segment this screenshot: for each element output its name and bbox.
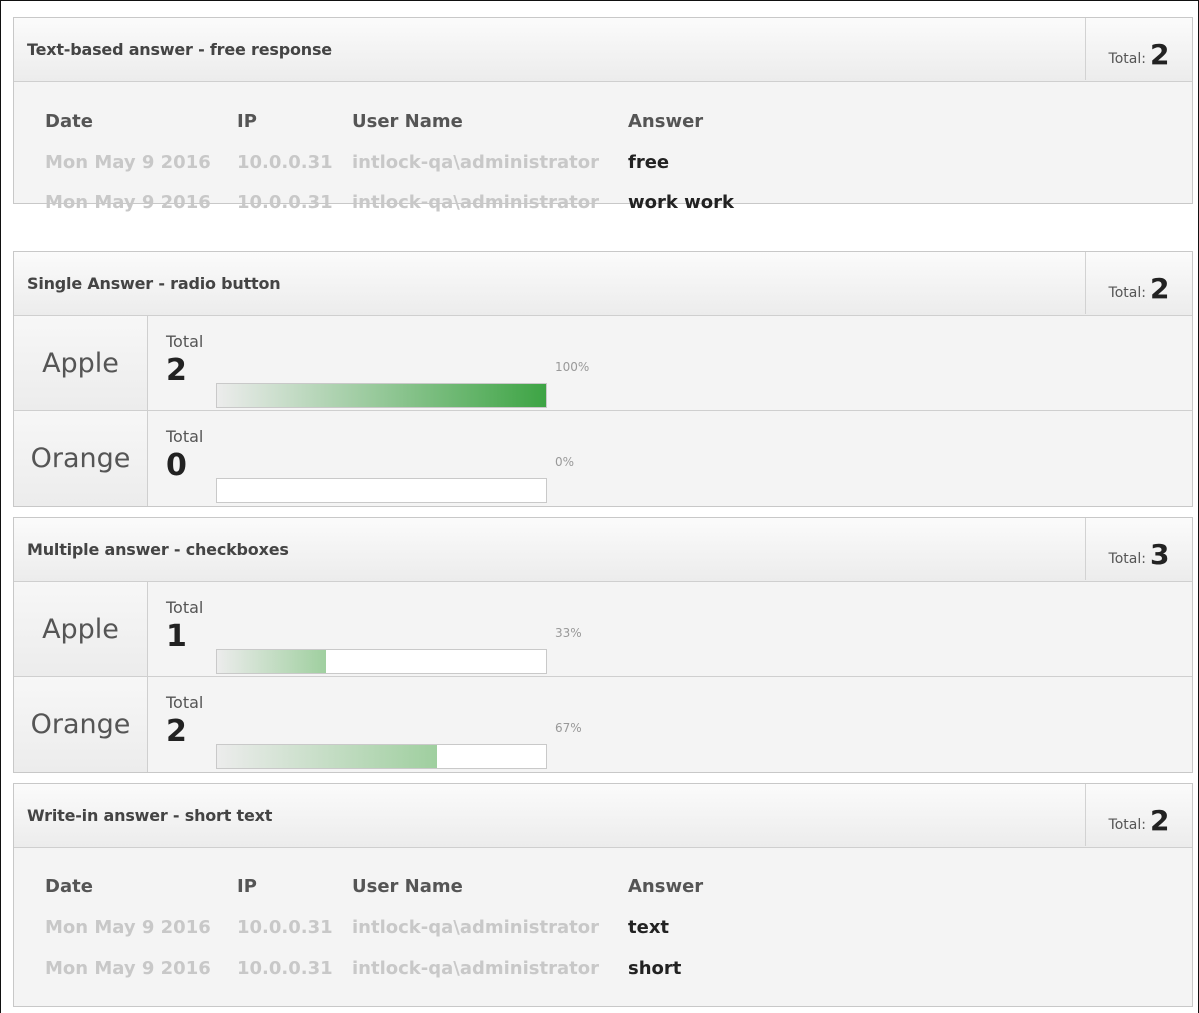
panel-title: Text-based answer - free response: [27, 40, 332, 59]
total-label: Total:: [1108, 51, 1146, 67]
cell-ip: 10.0.0.31: [237, 192, 333, 213]
option-label: Apple: [14, 582, 148, 676]
panel-header: Write-in answer - short text Total: 2: [14, 784, 1192, 848]
progress-bar-fill: [217, 384, 546, 407]
total-count: 3: [1149, 538, 1170, 571]
option-count: 2: [166, 714, 187, 749]
cell-date: Mon May 9 2016: [45, 152, 211, 173]
column-header-ip: IP: [237, 111, 257, 132]
panel-title: Multiple answer - checkboxes: [27, 540, 289, 559]
option-total-label: Total: [166, 598, 204, 617]
panel-total: Total: 3: [1085, 518, 1192, 580]
option-percent: 67%: [555, 721, 582, 735]
cell-date: Mon May 9 2016: [45, 192, 211, 213]
column-header-answer: Answer: [628, 111, 704, 132]
cell-date: Mon May 9 2016: [45, 917, 211, 938]
progress-bar-fill: [217, 650, 326, 673]
column-header-user-name: User Name: [352, 876, 463, 897]
option-percent: 33%: [555, 626, 582, 640]
responses-table: Date IP User Name Answer Mon May 9 2016 …: [14, 82, 1192, 213]
option-row: Orange Total 2 67%: [14, 677, 1192, 772]
cell-ip: 10.0.0.31: [237, 917, 333, 938]
cell-ip: 10.0.0.31: [237, 152, 333, 173]
option-count: 1: [166, 619, 187, 654]
total-count: 2: [1149, 38, 1170, 71]
panel-total: Total: 2: [1085, 784, 1192, 846]
option-row: Orange Total 0 0%: [14, 411, 1192, 506]
panel-title: Single Answer - radio button: [27, 274, 281, 293]
question-panel-radio-button: Single Answer - radio button Total: 2 Ap…: [13, 251, 1193, 507]
panel-title: Write-in answer - short text: [27, 806, 273, 825]
cell-user-name: intlock-qa\administrator: [352, 152, 599, 173]
progress-bar-fill: [217, 745, 438, 768]
column-header-date: Date: [45, 111, 93, 132]
option-row: Apple Total 2 100%: [14, 316, 1192, 411]
option-total-label: Total: [166, 332, 204, 351]
responses-table: Date IP User Name Answer Mon May 9 2016 …: [14, 848, 1192, 1006]
column-header-ip: IP: [237, 876, 257, 897]
option-count: 2: [166, 353, 187, 388]
question-panel-short-text: Write-in answer - short text Total: 2 Da…: [13, 783, 1193, 1007]
progress-bar: [216, 744, 547, 769]
option-label: Orange: [14, 677, 148, 772]
column-header-date: Date: [45, 876, 93, 897]
column-header-user-name: User Name: [352, 111, 463, 132]
panel-header: Multiple answer - checkboxes Total: 3: [14, 518, 1192, 582]
total-label: Total:: [1108, 285, 1146, 301]
option-total-label: Total: [166, 693, 204, 712]
question-panel-checkboxes: Multiple answer - checkboxes Total: 3 Ap…: [13, 517, 1193, 773]
progress-bar: [216, 478, 547, 503]
cell-user-name: intlock-qa\administrator: [352, 192, 599, 213]
cell-date: Mon May 9 2016: [45, 958, 211, 979]
column-header-answer: Answer: [628, 876, 704, 897]
option-percent: 100%: [555, 360, 590, 374]
total-label: Total:: [1108, 551, 1146, 567]
cell-answer: short: [628, 958, 682, 979]
total-count: 2: [1149, 804, 1170, 837]
option-label: Apple: [14, 316, 148, 410]
cell-user-name: intlock-qa\administrator: [352, 958, 599, 979]
question-panel-free-response: Text-based answer - free response Total:…: [13, 17, 1193, 213]
panel-total: Total: 2: [1085, 18, 1192, 80]
total-label: Total:: [1108, 817, 1146, 833]
panel-header: Single Answer - radio button Total: 2: [14, 252, 1192, 316]
panel-header: Text-based answer - free response Total:…: [14, 18, 1192, 82]
total-count: 2: [1149, 272, 1170, 305]
cell-user-name: intlock-qa\administrator: [352, 917, 599, 938]
option-percent: 0%: [555, 455, 575, 469]
option-label: Orange: [14, 411, 148, 506]
progress-bar: [216, 649, 547, 674]
cell-answer: work work: [628, 192, 734, 213]
cell-answer: free: [628, 152, 670, 173]
progress-bar: [216, 383, 547, 408]
panel-total: Total: 2: [1085, 252, 1192, 314]
option-total-label: Total: [166, 427, 204, 446]
cell-ip: 10.0.0.31: [237, 958, 333, 979]
option-count: 0: [166, 448, 187, 483]
cell-answer: text: [628, 917, 670, 938]
option-row: Apple Total 1 33%: [14, 582, 1192, 677]
